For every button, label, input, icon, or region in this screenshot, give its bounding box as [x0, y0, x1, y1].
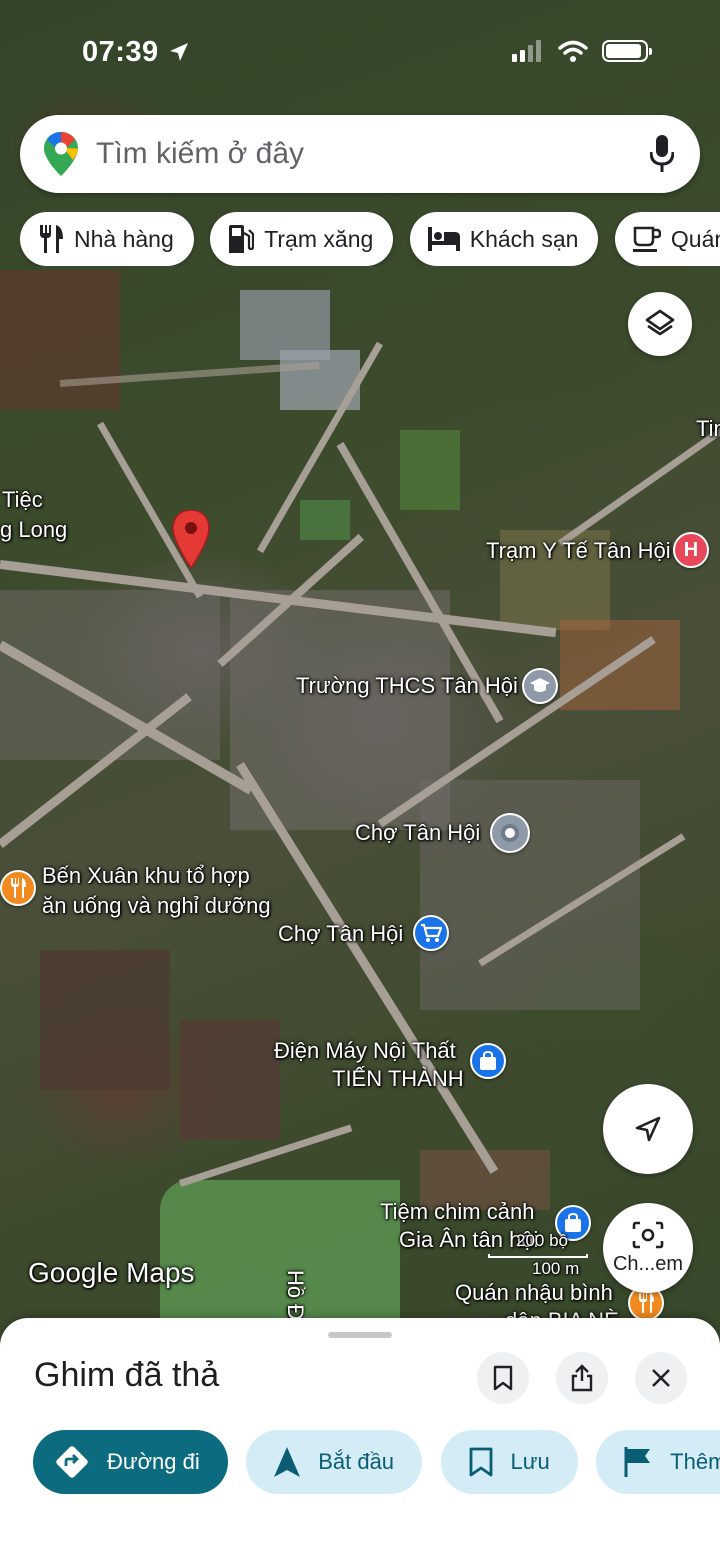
scale-bar-feet: 200 bộ [516, 1231, 568, 1250]
bookmark-icon [469, 1447, 492, 1477]
map-field [0, 590, 220, 760]
status-bar: 07:39 [0, 0, 720, 100]
close-button[interactable] [635, 1352, 687, 1404]
start-button[interactable]: Bắt đầu [246, 1430, 423, 1494]
map-label[interactable]: TIẾN THÀNH [332, 1064, 464, 1094]
navigation-arrow-icon [635, 1116, 661, 1142]
chip-restaurants[interactable]: Nhà hàng [20, 212, 194, 266]
map-label[interactable]: Tiệc [2, 485, 43, 515]
map-field [180, 1020, 280, 1140]
map-label[interactable]: Điện Máy Nội Thất [274, 1036, 456, 1066]
map-label[interactable]: Trường THCS Tân Hội [296, 671, 518, 701]
live-view-button[interactable]: Ch...em [603, 1203, 693, 1293]
camera-scan-icon [632, 1221, 664, 1248]
shopping-bag-icon[interactable] [470, 1043, 506, 1079]
action-label: Thêm [670, 1449, 720, 1474]
bed-icon [427, 227, 460, 251]
location-arrow-icon [170, 43, 188, 61]
category-chips: Nhà hàng Trạm xăng Khách sạn Quán c [20, 212, 720, 266]
add-label-button[interactable]: Thêm [596, 1430, 720, 1494]
map-label[interactable]: Trạm Y Tế Tân Hội [486, 536, 671, 566]
map-label[interactable]: g Long [0, 515, 67, 545]
chip-gas-stations[interactable]: Trạm xăng [210, 212, 394, 266]
chip-label: Quán c [670, 225, 720, 252]
dropped-pin-icon[interactable] [171, 510, 211, 568]
status-time: 07:39 [82, 36, 159, 68]
share-icon [571, 1364, 593, 1392]
map-field [300, 500, 350, 540]
google-maps-watermark: Google Maps [28, 1257, 195, 1288]
directions-icon [56, 1446, 88, 1478]
bottom-sheet[interactable]: Ghim đã thả Đường đi Bắt đầu Lưu Thêm [0, 1318, 720, 1564]
status-icons [512, 40, 652, 62]
search-input[interactable]: Tìm kiếm ở đây [96, 137, 304, 171]
battery-icon [602, 40, 652, 62]
school-icon[interactable] [522, 668, 558, 704]
fork-knife-icon [40, 225, 63, 253]
google-maps-logo-icon [44, 132, 78, 176]
layers-button[interactable] [628, 292, 692, 356]
map-field [0, 270, 120, 410]
directions-button[interactable]: Đường đi [33, 1430, 228, 1494]
navigation-arrow-icon [274, 1447, 301, 1477]
map-label[interactable]: Tin [696, 414, 720, 444]
map-field [400, 430, 460, 510]
map-field [420, 780, 640, 1010]
cellular-signal-icon [512, 40, 541, 62]
map-label[interactable]: Quán nhậu bình [455, 1278, 613, 1308]
my-location-button[interactable] [603, 1084, 693, 1174]
flag-icon [624, 1447, 651, 1477]
action-label: Bắt đầu [318, 1449, 395, 1474]
search-bar[interactable]: Tìm kiếm ở đây [20, 115, 700, 193]
sheet-drag-handle[interactable] [328, 1332, 392, 1338]
save-button[interactable]: Lưu [440, 1430, 578, 1494]
coffee-icon [632, 226, 661, 252]
close-icon [652, 1369, 670, 1387]
live-view-label: Ch...em [612, 1252, 684, 1275]
map-label[interactable]: Chợ Tân Hội [355, 818, 480, 848]
shopping-cart-icon[interactable] [413, 915, 449, 951]
restaurant-icon[interactable] [0, 870, 36, 906]
chip-label: Trạm xăng [264, 225, 374, 252]
action-buttons: Đường đi Bắt đầu Lưu Thêm [33, 1430, 720, 1494]
map-label[interactable]: Bến Xuân khu tổ hợp [42, 861, 250, 891]
wifi-icon [558, 40, 588, 62]
map-label[interactable]: Chợ Tân Hội [278, 919, 403, 949]
scale-bar-meters: 100 m [532, 1259, 580, 1278]
chip-label: Khách sạn [469, 225, 579, 252]
map-field [40, 950, 170, 1090]
microphone-icon[interactable] [650, 135, 674, 173]
map-label[interactable]: Tiệm chim cảnh [380, 1197, 534, 1227]
bookmark-button[interactable] [477, 1352, 529, 1404]
market-marker-icon[interactable] [490, 813, 530, 853]
layers-icon [645, 309, 675, 336]
chip-coffee[interactable]: Quán c [614, 212, 720, 266]
action-label: Lưu [510, 1449, 550, 1474]
share-button[interactable] [556, 1352, 608, 1404]
scale-bar: 200 bộ 100 m [488, 1230, 588, 1282]
gas-station-icon [229, 225, 255, 253]
chip-hotels[interactable]: Khách sạn [409, 212, 599, 266]
bookmark-icon [493, 1365, 513, 1391]
hospital-icon[interactable]: H [673, 532, 709, 568]
sheet-title: Ghim đã thả [34, 1356, 220, 1394]
chip-label: Nhà hàng [74, 225, 174, 252]
action-label: Đường đi [107, 1449, 200, 1474]
map-label[interactable]: ăn uống và nghỉ dưỡng [42, 891, 271, 921]
